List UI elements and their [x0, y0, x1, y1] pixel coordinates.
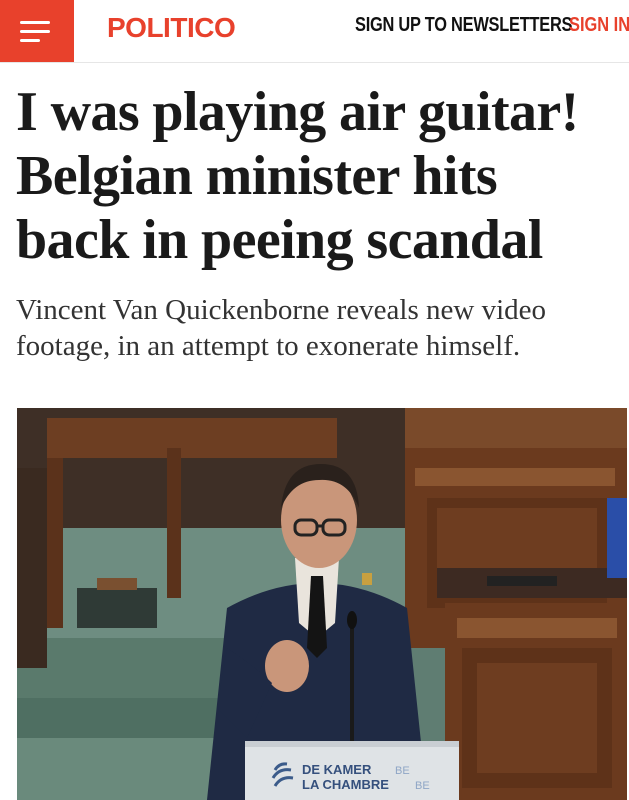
- lectern-label-line2-suffix: BE: [415, 780, 430, 792]
- hamburger-menu-button[interactable]: [0, 0, 74, 62]
- menu-line: [20, 20, 50, 24]
- article-headline: I was playing air guitar! Belgian minist…: [16, 81, 579, 271]
- sign-in-link[interactable]: SIGN IN: [569, 14, 629, 37]
- menu-line: [20, 38, 40, 42]
- top-navigation-bar: POLITICO SIGN UP TO NEWSLETTERS SIGN IN: [0, 0, 629, 63]
- article-hero-photo[interactable]: DE KAMER BE LA CHAMBRE BE: [17, 408, 627, 800]
- lectern-label-line1: DE KAMER: [302, 762, 372, 777]
- politico-logo[interactable]: POLITICO: [107, 12, 236, 44]
- menu-line: [20, 29, 50, 33]
- article-dek: Vincent Van Quickenborne reveals new vid…: [16, 294, 547, 362]
- lectern-label-line2: LA CHAMBRE: [302, 777, 389, 792]
- lectern-label-line1-suffix: BE: [395, 765, 410, 777]
- newsletter-signup-link[interactable]: SIGN UP TO NEWSLETTERS: [355, 14, 572, 37]
